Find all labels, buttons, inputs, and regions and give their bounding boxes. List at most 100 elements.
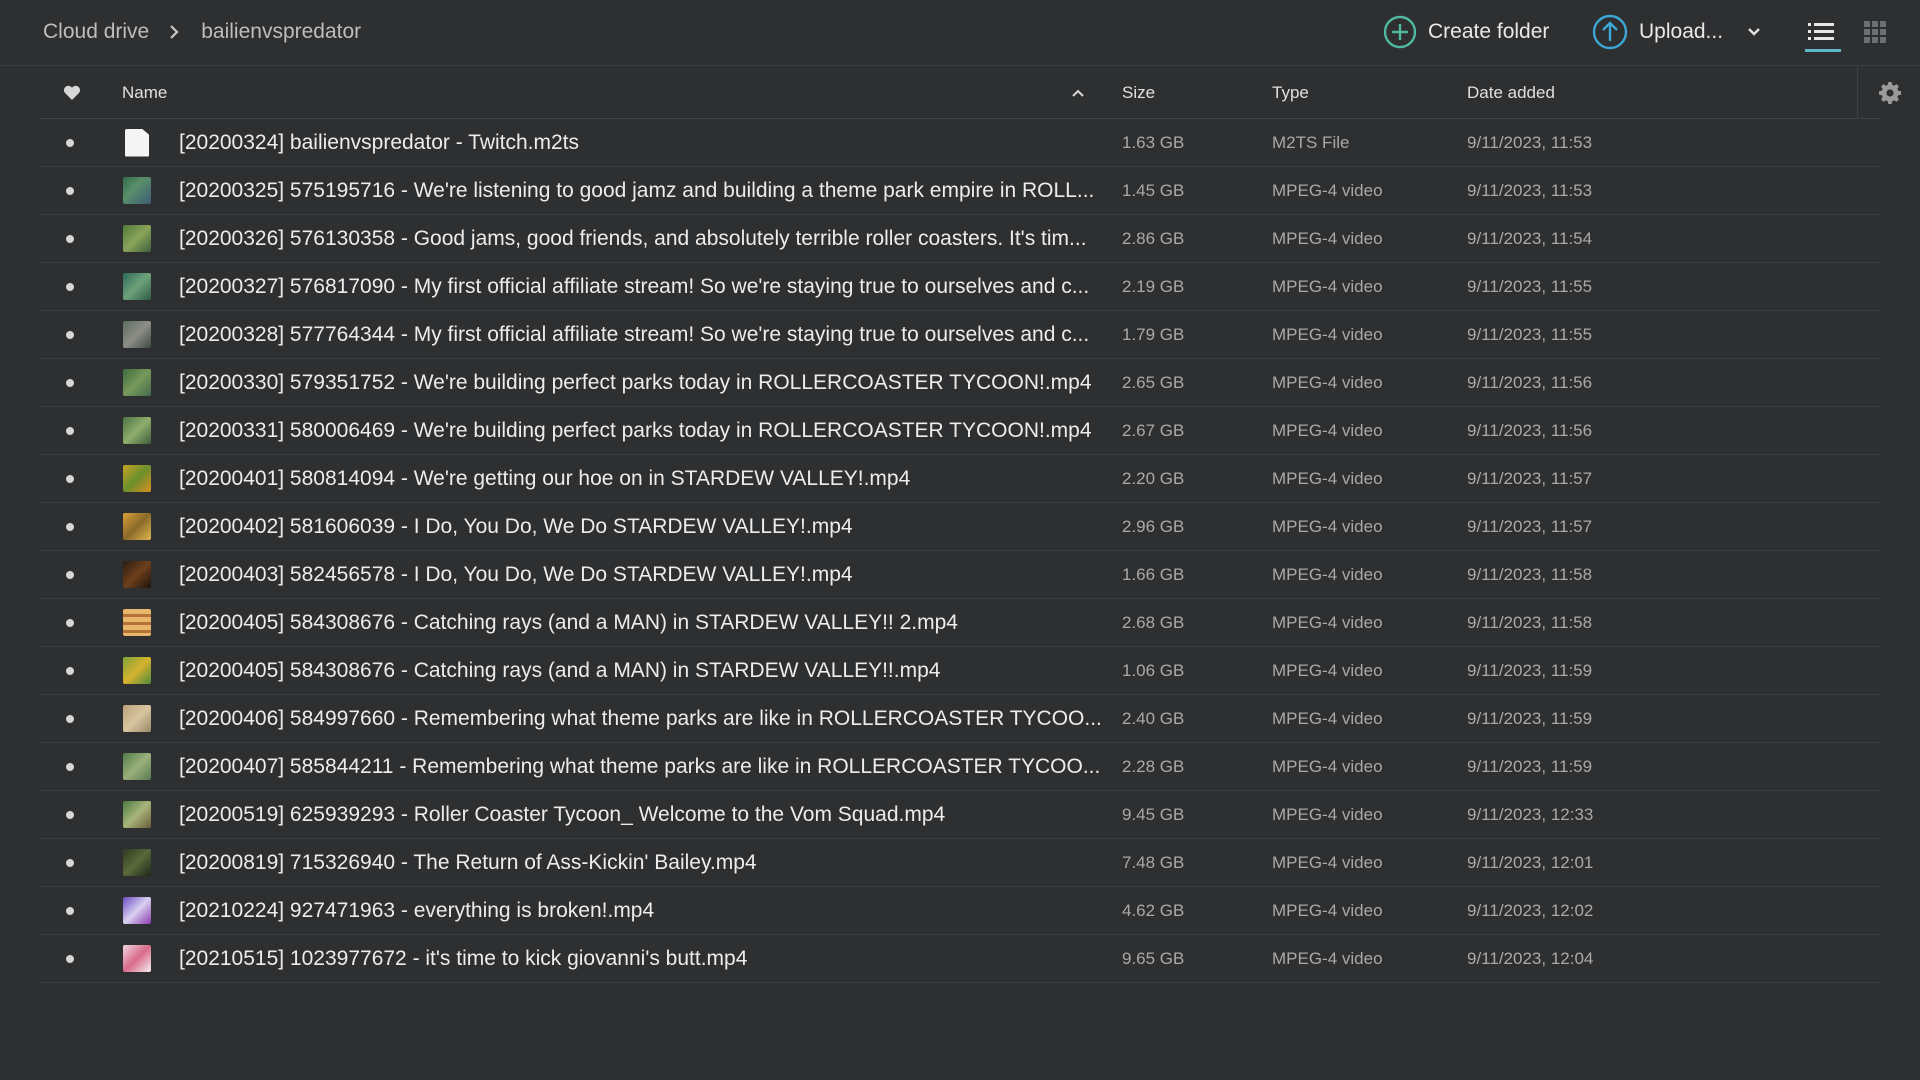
chevron-down-icon[interactable]: [1747, 27, 1761, 37]
file-thumbnail: [123, 455, 151, 502]
column-header: Name Size Type Date added: [40, 66, 1881, 119]
file-size: 1.06 GB: [1122, 660, 1185, 680]
table-row[interactable]: [20200331] 580006469 - We're building pe…: [40, 407, 1881, 455]
table-row[interactable]: [20200819] 715326940 - The Return of Ass…: [40, 839, 1881, 887]
grid-view-icon: [1864, 21, 1886, 43]
table-row[interactable]: [20200406] 584997660 - Remembering what …: [40, 695, 1881, 743]
file-name[interactable]: [20200519] 625939293 - Roller Coaster Ty…: [179, 791, 1129, 838]
table-row[interactable]: [20200326] 576130358 - Good jams, good f…: [40, 215, 1881, 263]
favorite-toggle[interactable]: [66, 407, 74, 454]
table-row[interactable]: [20210224] 927471963 - everything is bro…: [40, 887, 1881, 935]
table-row[interactable]: [20200327] 576817090 - My first official…: [40, 263, 1881, 311]
file-name[interactable]: [20200331] 580006469 - We're building pe…: [179, 407, 1129, 454]
favorite-toggle[interactable]: [66, 359, 74, 406]
favorite-toggle[interactable]: [66, 551, 74, 598]
file-name[interactable]: [20200330] 579351752 - We're building pe…: [179, 359, 1129, 406]
dot-icon: [66, 138, 74, 147]
file-name[interactable]: [20200407] 585844211 - Remembering what …: [179, 743, 1129, 790]
file-name[interactable]: [20200327] 576817090 - My first official…: [179, 263, 1129, 310]
favorite-toggle[interactable]: [66, 311, 74, 358]
file-name[interactable]: [20210224] 927471963 - everything is bro…: [179, 887, 1129, 934]
table-row[interactable]: [20200403] 582456578 - I Do, You Do, We …: [40, 551, 1881, 599]
table-row[interactable]: [20200324] bailienvspredator - Twitch.m2…: [40, 119, 1881, 167]
file-size: 2.19 GB: [1122, 276, 1185, 296]
favorite-toggle[interactable]: [66, 743, 74, 790]
favorite-toggle[interactable]: [66, 599, 74, 646]
file-date-added: 9/11/2023, 11:54: [1467, 228, 1593, 248]
file-size: 2.40 GB: [1122, 708, 1185, 728]
column-size[interactable]: Size: [1122, 66, 1155, 119]
file-name[interactable]: [20200326] 576130358 - Good jams, good f…: [179, 215, 1129, 262]
column-type[interactable]: Type: [1272, 66, 1309, 119]
file-name[interactable]: [20200405] 584308676 - Catching rays (an…: [179, 599, 1129, 646]
file-thumbnail: [123, 647, 151, 694]
favorite-toggle[interactable]: [66, 455, 74, 502]
file-name[interactable]: [20200406] 584997660 - Remembering what …: [179, 695, 1129, 742]
video-thumbnail-icon: [123, 801, 151, 828]
file-date-added: 9/11/2023, 11:55: [1467, 324, 1593, 344]
favorite-toggle[interactable]: [66, 695, 74, 742]
file-date-added: 9/11/2023, 11:59: [1467, 708, 1593, 728]
favorite-column-button[interactable]: [63, 66, 81, 119]
file-name[interactable]: [20200328] 577764344 - My first official…: [179, 311, 1129, 358]
file-thumbnail: [123, 119, 151, 166]
top-bar: Cloud drive bailienvspredator Create fol…: [0, 0, 1920, 66]
dot-icon: [66, 810, 74, 819]
file-size: 7.48 GB: [1122, 852, 1185, 872]
file-thumbnail: [123, 839, 151, 886]
file-type: MPEG-4 video: [1272, 612, 1383, 632]
table-row[interactable]: [20200405] 584308676 - Catching rays (an…: [40, 647, 1881, 695]
file-name[interactable]: [20210515] 1023977672 - it's time to kic…: [179, 935, 1129, 982]
favorite-toggle[interactable]: [66, 935, 74, 982]
table-row[interactable]: [20200405] 584308676 - Catching rays (an…: [40, 599, 1881, 647]
file-type: MPEG-4 video: [1272, 276, 1383, 296]
create-folder-button[interactable]: Create folder: [1383, 15, 1549, 49]
file-name[interactable]: [20200819] 715326940 - The Return of Ass…: [179, 839, 1129, 886]
column-date-added[interactable]: Date added: [1467, 66, 1555, 119]
favorite-toggle[interactable]: [66, 215, 74, 262]
table-row[interactable]: [20200330] 579351752 - We're building pe…: [40, 359, 1881, 407]
upload-label: Upload...: [1639, 20, 1724, 43]
favorite-toggle[interactable]: [66, 647, 74, 694]
file-name[interactable]: [20200402] 581606039 - I Do, You Do, We …: [179, 503, 1129, 550]
file-name[interactable]: [20200403] 582456578 - I Do, You Do, We …: [179, 551, 1129, 598]
dot-icon: [66, 954, 74, 963]
file-name[interactable]: [20200325] 575195716 - We're listening t…: [179, 167, 1129, 214]
column-settings-button[interactable]: [1857, 66, 1920, 119]
file-thumbnail: [123, 599, 151, 646]
file-type: MPEG-4 video: [1272, 804, 1383, 824]
grid-view-button[interactable]: [1864, 0, 1886, 64]
table-row[interactable]: [20200325] 575195716 - We're listening t…: [40, 167, 1881, 215]
table-row[interactable]: [20200328] 577764344 - My first official…: [40, 311, 1881, 359]
favorite-toggle[interactable]: [66, 119, 74, 166]
dot-icon: [66, 474, 74, 483]
favorite-toggle[interactable]: [66, 263, 74, 310]
favorite-toggle[interactable]: [66, 791, 74, 838]
table-row[interactable]: [20200519] 625939293 - Roller Coaster Ty…: [40, 791, 1881, 839]
favorite-toggle[interactable]: [66, 167, 74, 214]
list-view-icon: [1808, 23, 1834, 40]
dot-icon: [66, 186, 74, 195]
table-row[interactable]: [20210515] 1023977672 - it's time to kic…: [40, 935, 1881, 983]
file-name[interactable]: [20200405] 584308676 - Catching rays (an…: [179, 647, 1129, 694]
file-type: MPEG-4 video: [1272, 324, 1383, 344]
file-name[interactable]: [20200324] bailienvspredator - Twitch.m2…: [179, 119, 1129, 166]
favorite-toggle[interactable]: [66, 839, 74, 886]
video-thumbnail-icon: [123, 417, 151, 444]
list-view-button[interactable]: [1808, 0, 1834, 64]
table-row[interactable]: [20200402] 581606039 - I Do, You Do, We …: [40, 503, 1881, 551]
file-date-added: 9/11/2023, 11:55: [1467, 276, 1593, 296]
sort-ascending-button[interactable]: [1072, 66, 1084, 119]
column-name[interactable]: Name: [122, 66, 167, 119]
file-size: 2.86 GB: [1122, 228, 1185, 248]
file-type: MPEG-4 video: [1272, 708, 1383, 728]
breadcrumb-root[interactable]: Cloud drive: [43, 20, 149, 44]
upload-button[interactable]: Upload...: [1592, 14, 1761, 50]
video-thumbnail-icon: [123, 177, 151, 204]
table-row[interactable]: [20200407] 585844211 - Remembering what …: [40, 743, 1881, 791]
file-name[interactable]: [20200401] 580814094 - We're getting our…: [179, 455, 1129, 502]
table-row[interactable]: [20200401] 580814094 - We're getting our…: [40, 455, 1881, 503]
file-size: 1.63 GB: [1122, 132, 1185, 152]
favorite-toggle[interactable]: [66, 503, 74, 550]
favorite-toggle[interactable]: [66, 887, 74, 934]
